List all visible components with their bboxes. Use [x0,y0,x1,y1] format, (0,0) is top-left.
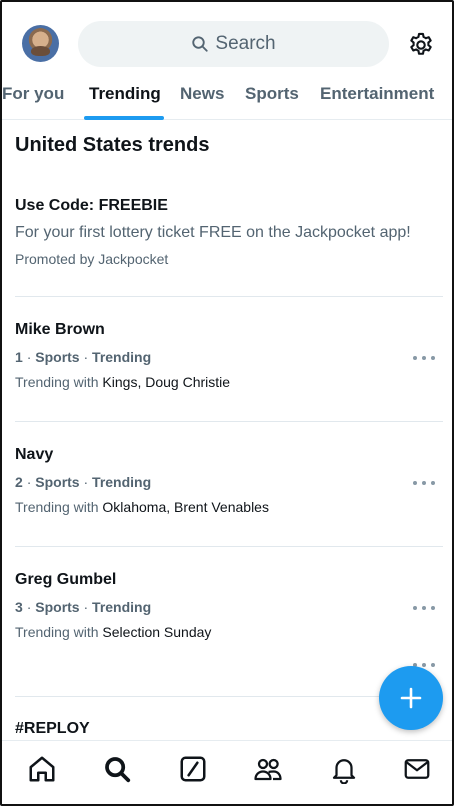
trend-related: Trending with Oklahoma, Brent Venables [15,499,445,515]
bottom-nav [2,740,452,804]
tab-trending[interactable]: Trending [89,84,161,104]
more-options-icon[interactable] [413,353,435,363]
compose-button[interactable] [379,666,443,730]
separator: · [83,349,89,365]
separator: · [26,599,32,615]
trending-with-label: Trending with [15,374,99,390]
gear-icon[interactable] [407,31,435,59]
more-options-icon[interactable] [413,603,435,613]
search-icon[interactable] [102,754,132,784]
promo-title: Use Code: FREEBIE [15,197,168,214]
trend-meta: 3 · Sports · Trending [15,599,445,615]
trend-related: Trending with Kings, Doug Christie [15,374,445,390]
trend-meta: 2 · Sports · Trending [15,474,445,490]
trend-name: Greg Gumbel [15,571,117,588]
trend-rank: 2 [15,474,23,490]
active-tab-indicator [84,116,164,120]
separator: · [26,349,32,365]
promoted-trend[interactable]: Use Code: FREEBIE For your first lottery… [15,197,445,267]
separator: · [83,599,89,615]
tab-sports[interactable]: Sports [245,84,299,104]
promo-text: For your first lottery ticket FREE on th… [15,224,411,241]
trend-item[interactable]: Greg Gumbel 3 · Sports · Trending Trendi… [15,571,445,640]
trend-category: Sports [35,599,80,615]
trend-status: Trending [92,349,152,365]
trending-with-names: Oklahoma, Brent Venables [102,499,269,515]
trend-name: Navy [15,446,54,463]
trending-with-label: Trending with [15,624,99,640]
search-placeholder: Search [215,33,276,54]
tab-for-you[interactable]: For you [2,84,64,104]
trend-name: Mike Brown [15,321,105,338]
tab-entertainment[interactable]: Entertainment [320,84,434,104]
trend-item[interactable]: Navy 2 · Sports · Trending Trending with… [15,446,445,515]
separator: · [83,474,89,490]
trending-with-label: Trending with [15,499,99,515]
top-bar: Search [2,2,452,72]
trend-status: Trending [92,474,152,490]
search-input[interactable]: Search [78,21,389,67]
divider [15,546,443,547]
app-frame: Search For you Trending News Sports Ente… [0,0,454,806]
separator: · [26,474,32,490]
avatar[interactable] [22,25,59,62]
trending-with-names: Selection Sunday [102,624,212,640]
section-title: United States trends [15,134,210,156]
trend-category: Sports [35,349,80,365]
tab-news[interactable]: News [180,84,224,104]
more-options-icon[interactable] [413,478,435,488]
communities-icon[interactable] [253,754,283,784]
promo-attribution: Promoted by Jackpocket [15,251,169,267]
plus-icon [400,687,422,709]
notifications-icon[interactable] [329,754,359,784]
trend-rank: 1 [15,349,23,365]
divider [15,421,443,422]
trend-category: Sports [35,474,80,490]
grok-icon[interactable] [178,754,208,784]
home-icon[interactable] [27,754,57,784]
trend-name: #REPLOY [15,720,90,737]
trend-status: Trending [92,599,152,615]
trend-rank: 3 [15,599,23,615]
messages-icon[interactable] [402,754,432,784]
tab-bar: For you Trending News Sports Entertainme… [2,72,452,120]
trend-related: Trending with Selection Sunday [15,624,445,640]
trend-item[interactable]: #REPLOY [15,720,445,738]
divider [15,296,443,297]
trend-item[interactable]: Mike Brown 1 · Sports · Trending Trendin… [15,321,445,390]
search-icon [192,36,209,52]
trend-meta: 1 · Sports · Trending [15,349,445,365]
trending-with-names: Kings, Doug Christie [102,374,231,390]
